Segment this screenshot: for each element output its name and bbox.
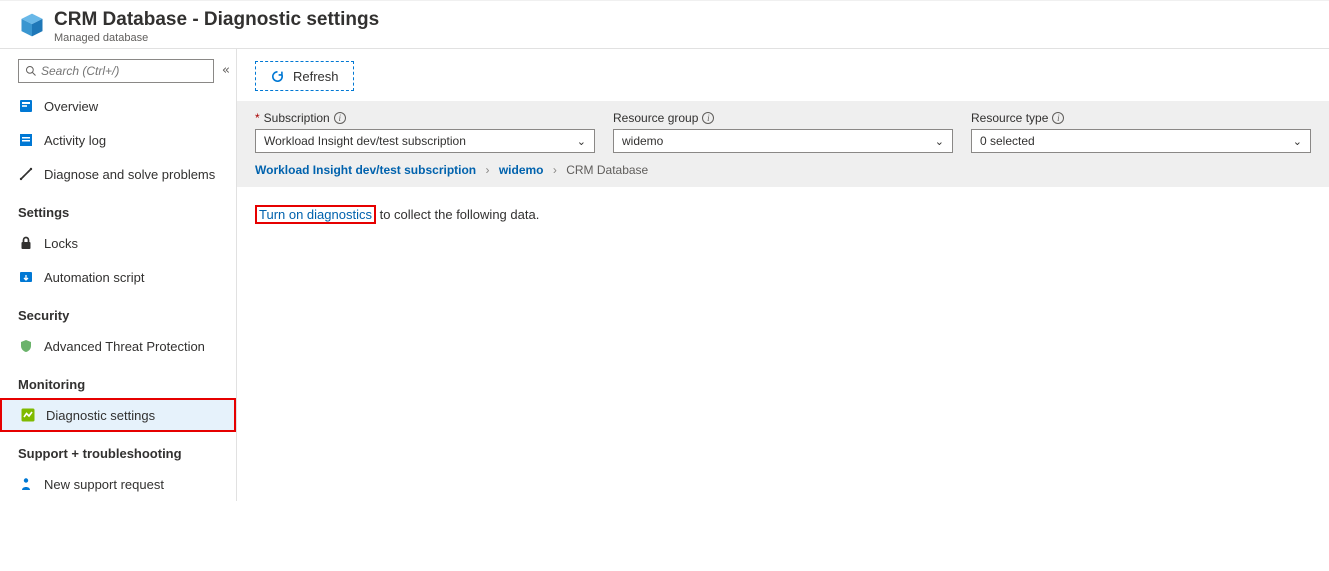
sidebar-item-label: Activity log — [44, 133, 106, 148]
filter-bar: * Subscription i Workload Insight dev/te… — [237, 101, 1329, 161]
content-body: Turn on diagnostics to collect the follo… — [237, 187, 1329, 242]
page-subtitle: Managed database — [54, 32, 379, 44]
sidebar-group-security: Security — [0, 294, 236, 329]
automation-script-icon — [18, 269, 34, 285]
sidebar-item-new-support[interactable]: New support request — [0, 467, 236, 501]
diagnose-icon — [18, 166, 34, 182]
filter-resource-type: Resource type i 0 selected ⌄ — [971, 111, 1311, 153]
sidebar-item-activity-log[interactable]: Activity log — [0, 123, 236, 157]
breadcrumb-separator: › — [553, 163, 557, 177]
database-cube-icon — [18, 11, 46, 39]
chevron-down-icon: ⌄ — [1293, 135, 1302, 148]
toolbar: Refresh — [237, 49, 1329, 101]
sidebar-item-diagnostic-settings[interactable]: Diagnostic settings — [0, 398, 236, 432]
search-icon — [25, 65, 37, 77]
filter-resource-group: Resource group i widemo ⌄ — [613, 111, 953, 153]
select-value: widemo — [622, 134, 663, 148]
sidebar-group-monitoring: Monitoring — [0, 363, 236, 398]
breadcrumb: Workload Insight dev/test subscription ›… — [237, 161, 1329, 187]
sidebar-item-label: Advanced Threat Protection — [44, 339, 205, 354]
sidebar-item-locks[interactable]: Locks — [0, 226, 236, 260]
sidebar-item-label: Overview — [44, 99, 98, 114]
sidebar-item-label: Diagnose and solve problems — [44, 167, 215, 182]
refresh-icon — [270, 69, 285, 84]
info-icon[interactable]: i — [1052, 112, 1064, 124]
subscription-select[interactable]: Workload Insight dev/test subscription ⌄ — [255, 129, 595, 153]
filter-label: * Subscription i — [255, 111, 595, 125]
chevron-down-icon: ⌄ — [577, 135, 586, 148]
overview-icon — [18, 98, 34, 114]
search-input[interactable] — [41, 64, 207, 78]
sidebar: « Overview Activity log Diagnose and sol… — [0, 49, 237, 501]
info-icon[interactable]: i — [334, 112, 346, 124]
support-icon — [18, 476, 34, 492]
breadcrumb-subscription[interactable]: Workload Insight dev/test subscription — [255, 163, 476, 177]
content-text: to collect the following data. — [376, 207, 539, 222]
turn-on-diagnostics-link[interactable]: Turn on diagnostics — [255, 205, 376, 224]
sidebar-search[interactable] — [18, 59, 214, 83]
resource-type-select[interactable]: 0 selected ⌄ — [971, 129, 1311, 153]
page-header: CRM Database - Diagnostic settings Manag… — [0, 0, 1329, 49]
sidebar-group-support: Support + troubleshooting — [0, 432, 236, 467]
page-title: CRM Database - Diagnostic settings — [54, 9, 379, 31]
filter-label: Resource group i — [613, 111, 953, 125]
breadcrumb-current: CRM Database — [566, 163, 648, 177]
filter-subscription: * Subscription i Workload Insight dev/te… — [255, 111, 595, 153]
main-content: Refresh * Subscription i Workload Insigh… — [237, 49, 1329, 501]
diagnostic-settings-icon — [20, 407, 36, 423]
required-asterisk: * — [255, 111, 260, 125]
sidebar-item-atp[interactable]: Advanced Threat Protection — [0, 329, 236, 363]
refresh-button-label: Refresh — [293, 69, 339, 84]
breadcrumb-resource-group[interactable]: widemo — [499, 163, 544, 177]
activity-log-icon — [18, 132, 34, 148]
sidebar-item-overview[interactable]: Overview — [0, 89, 236, 123]
chevron-down-icon: ⌄ — [935, 135, 944, 148]
info-icon[interactable]: i — [702, 112, 714, 124]
select-value: 0 selected — [980, 134, 1035, 148]
select-value: Workload Insight dev/test subscription — [264, 134, 466, 148]
filter-label: Resource type i — [971, 111, 1311, 125]
shield-icon — [18, 338, 34, 354]
sidebar-group-settings: Settings — [0, 191, 236, 226]
sidebar-item-automation[interactable]: Automation script — [0, 260, 236, 294]
collapse-sidebar-icon[interactable]: « — [222, 63, 230, 78]
sidebar-item-label: Automation script — [44, 270, 144, 285]
sidebar-item-label: New support request — [44, 477, 164, 492]
refresh-button[interactable]: Refresh — [255, 61, 354, 91]
breadcrumb-separator: › — [485, 163, 489, 177]
resource-group-select[interactable]: widemo ⌄ — [613, 129, 953, 153]
lock-icon — [18, 235, 34, 251]
sidebar-item-diagnose[interactable]: Diagnose and solve problems — [0, 157, 236, 191]
sidebar-item-label: Locks — [44, 236, 78, 251]
sidebar-item-label: Diagnostic settings — [46, 408, 155, 423]
